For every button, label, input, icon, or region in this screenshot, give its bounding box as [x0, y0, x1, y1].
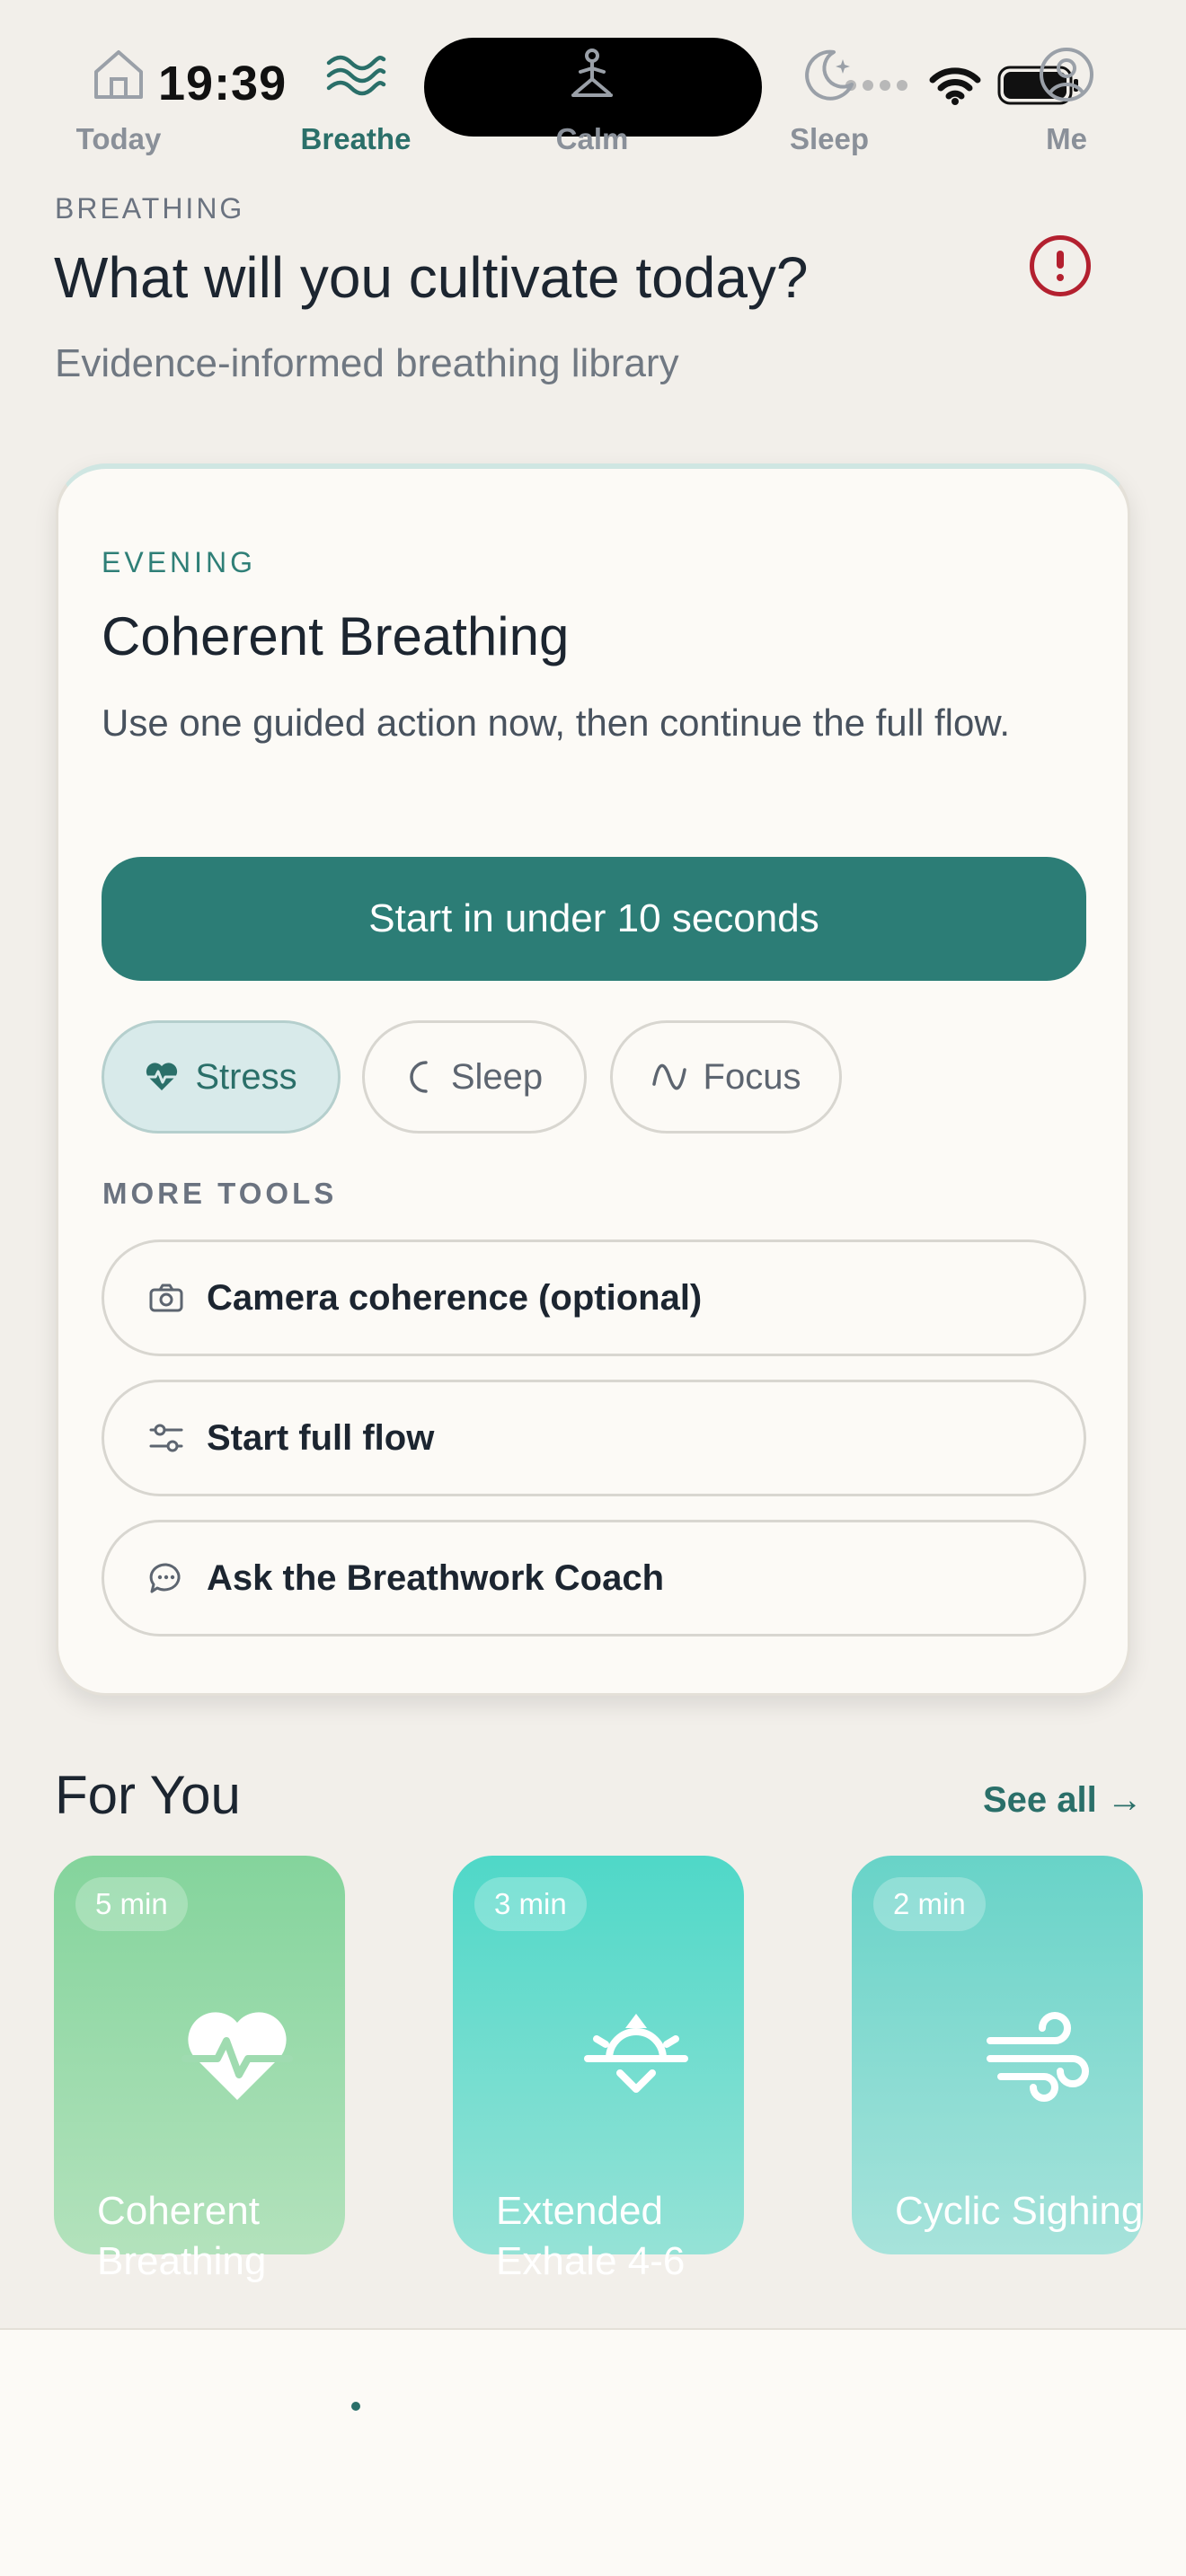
wind-icon	[987, 2012, 1089, 2102]
chip-label: Focus	[703, 1056, 801, 1097]
page-title: What will you cultivate today?	[54, 245, 809, 310]
tab-label: Me	[1046, 122, 1087, 155]
ask-coach-button[interactable]: Ask the Breathwork Coach	[102, 1520, 1086, 1636]
tab-me[interactable]: Me	[968, 43, 1165, 156]
card-title: Cyclic Sighing	[895, 2189, 1144, 2233]
more-tools-heading: MORE TOOLS	[102, 1177, 338, 1210]
chip-stress[interactable]: Stress	[102, 1020, 341, 1134]
tab-today[interactable]: Today	[20, 43, 217, 156]
sunset-icon	[584, 2014, 688, 2093]
recommendation-card-cyclic-sighing[interactable]: 2 min Cyclic Sighing	[852, 1856, 1143, 2254]
moon-icon	[410, 1061, 428, 1093]
wave-icon	[651, 1063, 686, 1090]
tab-label: Today	[75, 122, 162, 155]
tool-label: Ask the Breathwork Coach	[207, 1557, 665, 1598]
see-all-link[interactable]: See all →	[983, 1780, 1143, 1821]
chip-focus[interactable]: Focus	[610, 1020, 842, 1134]
active-tab-indicator	[351, 2402, 360, 2411]
tab-label: Sleep	[789, 122, 870, 155]
tab-breathe[interactable]: Breathe	[257, 43, 455, 156]
page-subtitle: Evidence-informed breathing library	[55, 341, 679, 385]
start-full-flow-button[interactable]: Start full flow	[102, 1380, 1086, 1496]
camera-coherence-button[interactable]: Camera coherence (optional)	[102, 1239, 1086, 1356]
start-session-button[interactable]: Start in under 10 seconds	[102, 857, 1086, 981]
tab-sleep[interactable]: Sleep	[730, 43, 928, 156]
heart-pulse-icon	[146, 1063, 178, 1090]
featured-description: Use one guided action now, then continue…	[102, 701, 1011, 744]
camera-icon	[149, 1284, 183, 1312]
tab-calm[interactable]: Calm	[493, 43, 691, 156]
featured-session-card: EVENING Coherent Breathing Use one guide…	[56, 463, 1130, 1696]
heart-pulse-icon	[181, 2012, 293, 2100]
tab-label: Calm	[555, 122, 629, 155]
featured-title: Coherent Breathing	[102, 606, 570, 666]
tab-bar	[0, 2328, 1186, 2576]
chip-sleep[interactable]: Sleep	[362, 1020, 587, 1134]
alert-circle-icon	[1057, 251, 1064, 281]
card-title: Extended Exhale 4-6	[496, 2189, 686, 2283]
tool-label: Start full flow	[207, 1417, 435, 1458]
for-you-heading: For You	[55, 1765, 241, 1825]
recommendation-card-extended-exhale[interactable]: 3 min Extended Exhale 4-6	[453, 1856, 744, 2283]
alert-button[interactable]	[1030, 235, 1091, 296]
home-icon	[94, 50, 143, 99]
chip-label: Stress	[195, 1056, 297, 1097]
sliders-icon	[149, 1424, 183, 1452]
duration-badge: 5 min	[75, 1877, 188, 1931]
recommendation-card-coherent-breathing[interactable]: 5 min Coherent Breathing	[54, 1856, 345, 2283]
waves-icon	[326, 55, 386, 96]
tab-label: Breathe	[300, 122, 412, 155]
card-title: Coherent Breathing	[97, 2189, 267, 2283]
tool-label: Camera coherence (optional)	[207, 1277, 703, 1318]
chip-label: Sleep	[450, 1056, 544, 1097]
moon-stars-icon	[805, 49, 854, 101]
meditation-icon	[571, 49, 613, 97]
section-eyebrow: BREATHING	[55, 192, 245, 225]
time-of-day-label: EVENING	[102, 546, 257, 578]
user-circle-icon	[1040, 48, 1093, 101]
duration-badge: 3 min	[474, 1877, 587, 1931]
duration-badge: 2 min	[873, 1877, 986, 1931]
chat-bubble-icon	[149, 1563, 181, 1593]
